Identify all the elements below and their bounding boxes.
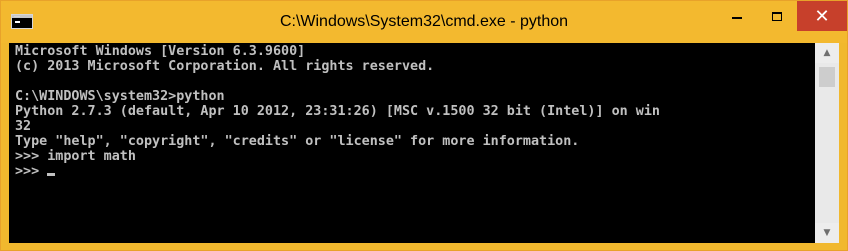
console-line: (c) 2013 Microsoft Corporation. All righ… [15,59,435,74]
console-output[interactable]: Microsoft Windows [Version 6.3.9600] (c) … [9,43,815,243]
maximize-button[interactable] [757,1,797,31]
scroll-up-button[interactable]: ▲ [815,43,839,63]
console-line: >>> import math [15,149,136,164]
minimize-icon [732,17,742,19]
title-bar[interactable]: C:\Windows\System32\cmd.exe - python ✕ [1,1,847,43]
close-icon: ✕ [814,5,830,27]
console-line: Microsoft Windows [Version 6.3.9600] [15,44,306,59]
close-button[interactable]: ✕ [797,1,847,31]
vertical-scrollbar[interactable]: ▲ ▼ [815,43,839,243]
console-line: Type "help", "copyright", "credits" or "… [15,134,580,149]
scrollbar-thumb[interactable] [819,67,835,87]
console-line: 32 [15,119,32,134]
scroll-down-button[interactable]: ▼ [815,223,839,243]
console-window: C:\Windows\System32\cmd.exe - python ✕ M… [0,0,848,251]
chevron-up-icon: ▲ [823,48,831,58]
text-cursor [47,173,56,176]
maximize-icon [772,11,782,21]
window-controls: ✕ [717,1,847,31]
console-text: Microsoft Windows [Version 6.3.9600] (c) … [15,44,660,179]
console-line: Python 2.7.3 (default, Apr 10 2012, 23:3… [15,104,660,119]
chevron-down-icon: ▼ [823,228,831,238]
console-line: C:\WINDOWS\system32>python [15,89,225,104]
console-line: >>> [15,164,660,179]
minimize-button[interactable] [717,1,757,31]
